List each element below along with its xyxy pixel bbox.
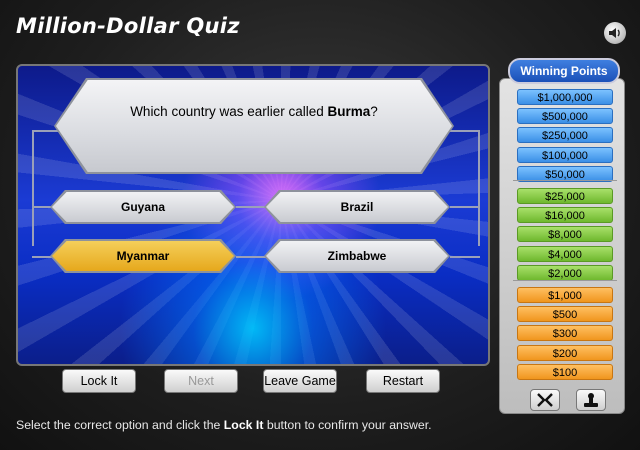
fifty-fifty-icon[interactable] [530, 389, 560, 411]
connector-line [450, 256, 480, 258]
prize-level: $2,000 [517, 265, 613, 281]
lock-it-button[interactable]: Lock It [62, 369, 136, 393]
prize-level: $100,000 [517, 147, 613, 163]
option-a[interactable]: Guyana [50, 190, 236, 224]
prize-level: $200 [517, 345, 613, 361]
app-title: Million-Dollar Quiz [16, 14, 240, 38]
option-label: Brazil [340, 200, 374, 214]
option-label: Zimbabwe [327, 249, 387, 263]
prize-level: $1,000 [517, 287, 613, 303]
prize-level: $8,000 [517, 226, 613, 242]
connector-line [32, 256, 52, 258]
connector-line [236, 206, 266, 208]
prize-level: $4,000 [517, 246, 613, 262]
option-d[interactable]: Zimbabwe [264, 239, 450, 273]
prize-level: $500 [517, 306, 613, 322]
option-b[interactable]: Brazil [264, 190, 450, 224]
option-label: Myanmar [116, 249, 170, 263]
next-button[interactable]: Next [164, 369, 238, 393]
prize-tier-divider [513, 280, 617, 281]
phone-a-friend-icon[interactable] [576, 389, 606, 411]
option-label: Guyana [120, 200, 165, 214]
question-box: Which country was earlier called Burma? [54, 78, 454, 174]
connector-line [236, 256, 266, 258]
prize-level: $25,000 [517, 188, 613, 204]
connector-line [32, 206, 52, 208]
winning-points-heading: Winning Points [508, 58, 620, 84]
speaker-icon[interactable] [604, 22, 626, 44]
prize-level: $16,000 [517, 207, 613, 223]
connector-line [478, 130, 480, 246]
connector-line [450, 206, 480, 208]
prize-level: $250,000 [517, 127, 613, 143]
option-c[interactable]: Myanmar [50, 239, 236, 273]
prize-level: $100 [517, 364, 613, 380]
prize-level: $300 [517, 325, 613, 341]
prize-level: $1,000,000 [517, 89, 613, 105]
question-text: Which country was earlier called Burma? [130, 104, 378, 119]
instruction-text: Select the correct option and click the … [16, 418, 432, 432]
connector-line [32, 130, 34, 246]
restart-button[interactable]: Restart [366, 369, 440, 393]
prize-level: $500,000 [517, 108, 613, 124]
leave-game-button[interactable]: Leave Game [263, 369, 337, 393]
prize-tier-divider [513, 180, 617, 181]
